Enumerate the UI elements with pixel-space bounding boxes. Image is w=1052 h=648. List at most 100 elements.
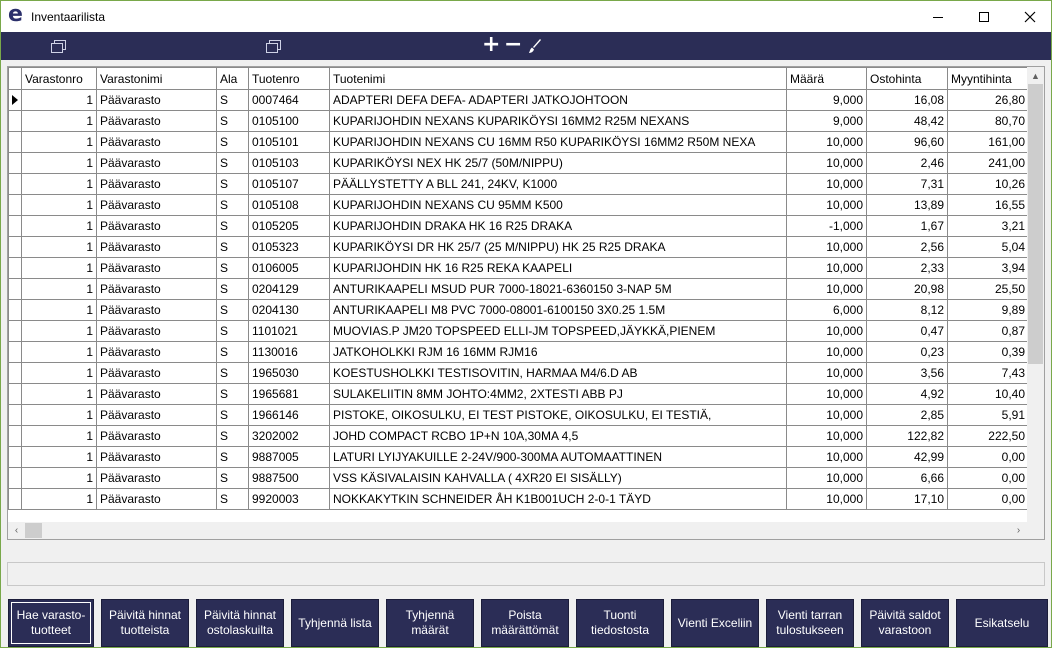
close-button[interactable] [1007,1,1052,32]
cell-varastonimi[interactable]: Päävarasto [96,89,217,111]
cell-tuotenro[interactable]: 0105103 [248,152,330,174]
cell-ala[interactable]: S [216,320,249,342]
cell-ostohinta[interactable]: 42,99 [866,446,948,468]
cell-myyntihinta[interactable]: 80,70 [947,110,1029,132]
cell-tuotenro[interactable]: 0105101 [248,131,330,153]
cell-varastonimi[interactable]: Päävarasto [96,320,217,342]
cell-varastonro[interactable]: 1 [21,404,97,426]
cell-maara[interactable]: 10,000 [786,341,867,363]
cell-varastonimi[interactable]: Päävarasto [96,383,217,405]
cell-tuotenimi[interactable]: KUPARIKÖYSI DR HK 25/7 (25 M/NIPPU) HK 2… [329,236,787,258]
cell-varastonimi[interactable]: Päävarasto [96,236,217,258]
brush-icon[interactable] [528,38,542,54]
cell-myyntihinta[interactable]: 7,43 [947,362,1029,384]
cell-tuotenimi[interactable]: KUPARIJOHDIN DRAKA HK 16 R25 DRAKA [329,215,787,237]
cell-varastonro[interactable]: 1 [21,257,97,279]
cell-myyntihinta[interactable]: 25,50 [947,278,1029,300]
cell-tuotenimi[interactable]: LATURI LYIJYAKUILLE 2-24V/900-300MA AUTO… [329,446,787,468]
cell-maara[interactable]: 10,000 [786,383,867,405]
cell-tuotenro[interactable]: 1130016 [248,341,330,363]
cell-ostohinta[interactable]: 1,67 [866,215,948,237]
column-header-ostohinta[interactable]: Ostohinta [866,67,948,90]
cell-tuotenimi[interactable]: SULAKELIITIN 8MM JOHTO:4MM2, 2XTESTI ABB… [329,383,787,405]
cell-tuotenimi[interactable]: ADAPTERI DEFA DEFA- ADAPTERI JATKOJOHTOO… [329,89,787,111]
cell-myyntihinta[interactable]: 16,55 [947,194,1029,216]
cell-tuotenimi[interactable]: NOKKAKYTKIN SCHNEIDER ÅH K1B001UCH 2-0-1… [329,488,787,510]
horizontal-scroll-thumb[interactable] [25,523,42,538]
cell-ala[interactable]: S [216,194,249,216]
cell-ostohinta[interactable]: 48,42 [866,110,948,132]
cell-varastonimi[interactable]: Päävarasto [96,341,217,363]
table-row[interactable]: 1 Päävarasto S 1966146 PISTOKE, OIKOSULKU, E… [8,404,1029,426]
column-header-myyntihinta[interactable]: Myyntihinta [947,67,1029,90]
table-row[interactable]: 1 Päävarasto S 0105107 PÄÄLLYSTETTY A BLL 24… [8,173,1029,195]
cell-ala[interactable]: S [216,299,249,321]
window-stack-icon[interactable] [51,40,66,53]
cell-ala[interactable]: S [216,362,249,384]
cell-ostohinta[interactable]: 16,08 [866,89,948,111]
cell-myyntihinta[interactable]: 26,80 [947,89,1029,111]
cell-myyntihinta[interactable]: 222,50 [947,425,1029,447]
cell-tuotenro[interactable]: 0105323 [248,236,330,258]
cell-maara[interactable]: 10,000 [786,257,867,279]
cell-ala[interactable]: S [216,152,249,174]
cell-tuotenimi[interactable]: JATKOHOLKKI RJM 16 16MM RJM16 [329,341,787,363]
cell-varastonro[interactable]: 1 [21,110,97,132]
cell-myyntihinta[interactable]: 9,89 [947,299,1029,321]
cell-tuotenimi[interactable]: PÄÄLLYSTETTY A BLL 241, 24KV, K1000 [329,173,787,195]
table-row[interactable]: 1 Päävarasto S 1965030 KOESTUSHOLKKI TESTISO… [8,362,1029,384]
cell-ala[interactable]: S [216,110,249,132]
cell-tuotenro[interactable]: 0204130 [248,299,330,321]
cell-tuotenro[interactable]: 1101021 [248,320,330,342]
cell-ala[interactable]: S [216,173,249,195]
cell-ostohinta[interactable]: 2,85 [866,404,948,426]
cell-ala[interactable]: S [216,131,249,153]
cell-maara[interactable]: 10,000 [786,152,867,174]
row-selector[interactable] [8,425,22,447]
cell-ostohinta[interactable]: 2,33 [866,257,948,279]
table-row[interactable]: 1 Päävarasto S 0105103 KUPARIKÖYSI NEX HK 25… [8,152,1029,174]
inventory-grid[interactable]: Varastonro Varastonimi Ala Tuotenro Tuot… [7,66,1045,540]
cell-maara[interactable]: 10,000 [786,131,867,153]
table-row[interactable]: 1 Päävarasto S 9920003 NOKKAKYTKIN SCHNEIDER… [8,488,1029,510]
cell-tuotenimi[interactable]: KUPARIJOHDIN HK 16 R25 REKA KAAPELI [329,257,787,279]
row-selector[interactable] [8,278,22,300]
cell-maara[interactable]: 6,000 [786,299,867,321]
cell-tuotenro[interactable]: 0105107 [248,173,330,195]
table-row[interactable]: 1 Päävarasto S 0204130 ANTURIKAAPELI M8 PVC … [8,299,1029,321]
cell-varastonro[interactable]: 1 [21,362,97,384]
tyhjenna-lista-button[interactable]: Tyhjennä lista [291,599,379,647]
cell-ala[interactable]: S [216,89,249,111]
row-selector[interactable] [8,257,22,279]
table-row[interactable]: 1 Päävarasto S 0105323 KUPARIKÖYSI DR HK 25/… [8,236,1029,258]
cell-varastonro[interactable]: 1 [21,341,97,363]
cell-myyntihinta[interactable]: 161,00 [947,131,1029,153]
column-header-varastonimi[interactable]: Varastonimi [96,67,217,90]
cell-myyntihinta[interactable]: 5,04 [947,236,1029,258]
cell-tuotenro[interactable]: 9887005 [248,446,330,468]
cell-ala[interactable]: S [216,467,249,489]
cell-ostohinta[interactable]: 2,46 [866,152,948,174]
cell-varastonimi[interactable]: Päävarasto [96,446,217,468]
cell-varastonimi[interactable]: Päävarasto [96,131,217,153]
row-selector[interactable] [8,89,22,111]
cell-maara[interactable]: 10,000 [786,404,867,426]
cell-varastonro[interactable]: 1 [21,446,97,468]
cell-tuotenro[interactable]: 0105108 [248,194,330,216]
column-header-tuotenro[interactable]: Tuotenro [248,67,330,90]
cell-ostohinta[interactable]: 4,92 [866,383,948,405]
cell-tuotenimi[interactable]: MUOVIAS.P JM20 TOPSPEED ELLI-JM TOPSPEED… [329,320,787,342]
cell-varastonro[interactable]: 1 [21,383,97,405]
cell-varastonimi[interactable]: Päävarasto [96,425,217,447]
cell-maara[interactable]: 9,000 [786,89,867,111]
cell-tuotenro[interactable]: 1965030 [248,362,330,384]
scroll-left-arrow-icon[interactable]: ‹ [8,522,25,539]
cell-myyntihinta[interactable]: 3,21 [947,215,1029,237]
cell-maara[interactable]: 10,000 [786,425,867,447]
scroll-up-arrow-icon[interactable]: ▲ [1027,67,1044,84]
column-header-tuotenimi[interactable]: Tuotenimi [329,67,787,90]
cell-varastonimi[interactable]: Päävarasto [96,173,217,195]
column-header-maara[interactable]: Määrä [786,67,867,90]
row-selector[interactable] [8,404,22,426]
cell-varastonro[interactable]: 1 [21,467,97,489]
